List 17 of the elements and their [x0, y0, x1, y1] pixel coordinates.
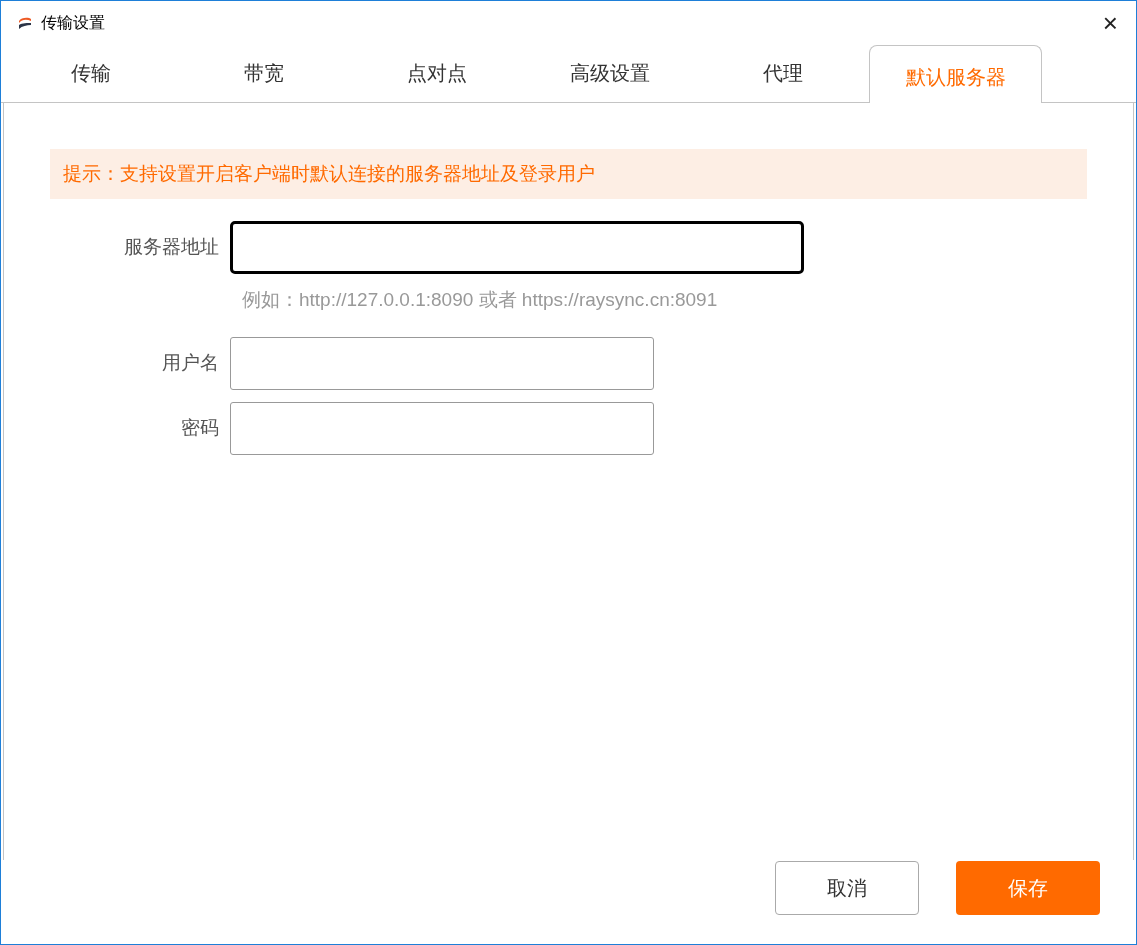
app-logo-icon	[17, 16, 33, 30]
tab[interactable]: 点对点	[350, 44, 523, 102]
field-label: 用户名	[161, 350, 220, 375]
tab[interactable]: 代理	[696, 44, 869, 102]
field-label: 密码	[180, 415, 220, 440]
tab[interactable]: 带宽	[177, 44, 350, 102]
input-field[interactable]	[230, 401, 654, 455]
window-title: 传输设置	[41, 13, 105, 33]
input-field[interactable]	[230, 336, 654, 390]
tab[interactable]: 高级设置	[523, 44, 696, 102]
tab[interactable]: 传输	[4, 44, 177, 102]
example-text: 例如：http://127.0.0.1:8090 或者 https://raysync.cn:8091	[242, 288, 719, 312]
input-field[interactable]	[230, 221, 804, 274]
cancel-button[interactable]: 取消	[775, 861, 919, 915]
close-button[interactable]: ×	[1102, 10, 1118, 36]
hint-banner: 提示：支持设置开启客户端时默认连接的服务器地址及登录用户	[50, 149, 1087, 199]
field-label: 服务器地址	[123, 235, 220, 260]
